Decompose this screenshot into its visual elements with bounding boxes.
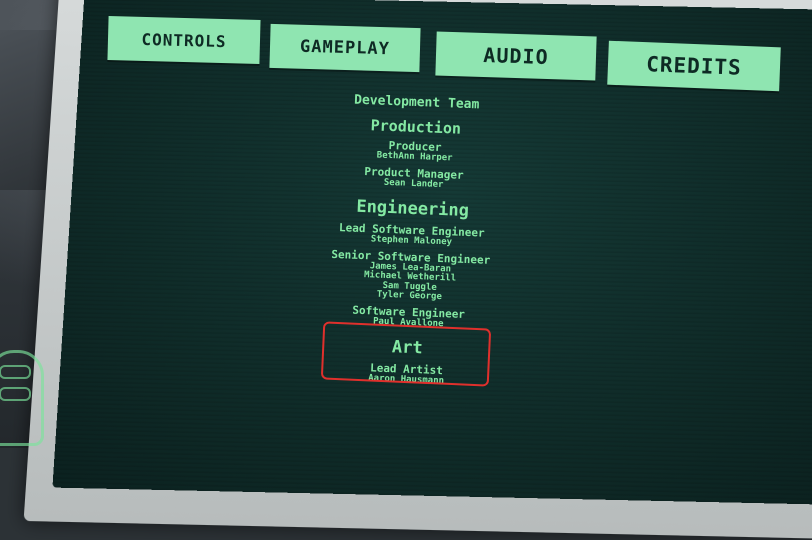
tab-gameplay[interactable]: GAMEPLAY	[269, 23, 421, 73]
tab-credits[interactable]: CREDITS	[607, 40, 781, 92]
credits-list[interactable]: Development Team Production Producer Bet…	[239, 90, 582, 454]
highlight-annotation	[320, 321, 492, 387]
tab-audio[interactable]: AUDIO	[435, 31, 597, 81]
tab-controls[interactable]: CONTROLS	[107, 16, 261, 64]
controller-hand-icon	[0, 350, 44, 446]
